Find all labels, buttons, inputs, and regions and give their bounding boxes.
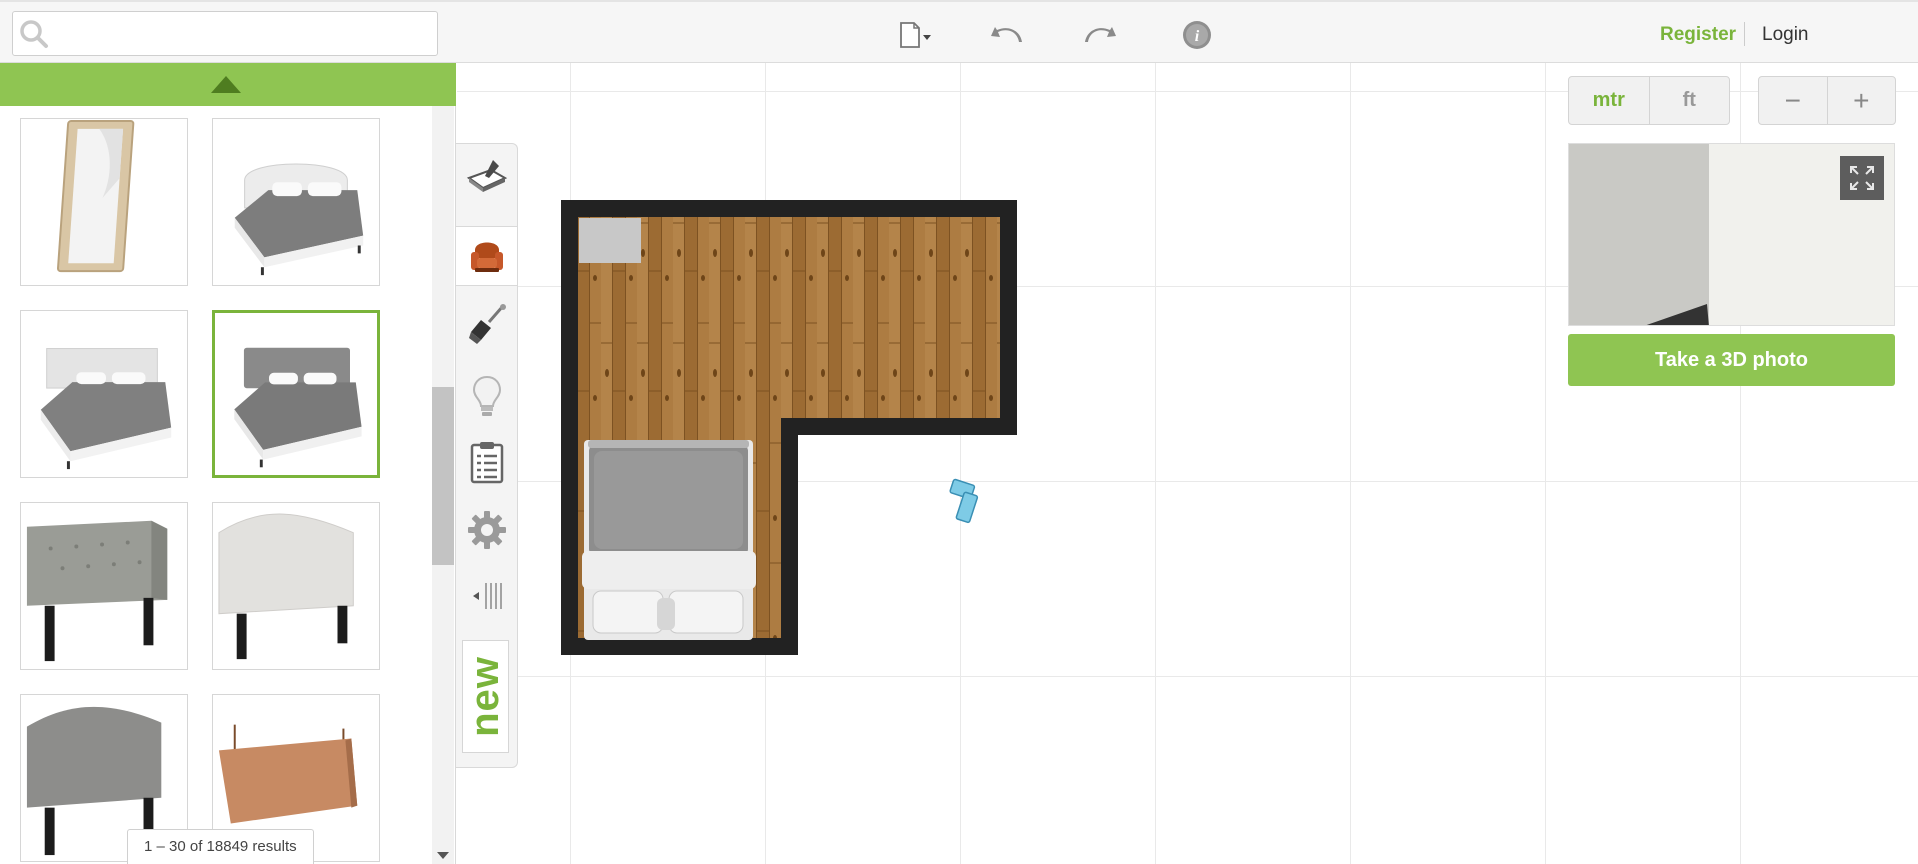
catalog-item-headboard-arched-white[interactable] bbox=[212, 502, 380, 670]
take-3d-photo-button[interactable]: Take a 3D photo bbox=[1568, 334, 1895, 386]
mirror-thumbnail bbox=[56, 119, 135, 273]
search-icon bbox=[20, 20, 48, 48]
furniture-icon bbox=[470, 242, 503, 272]
bed-thumbnail bbox=[234, 347, 362, 468]
project-list-button[interactable] bbox=[456, 432, 517, 492]
catalog-panel bbox=[0, 63, 456, 864]
catalog-grid bbox=[0, 106, 432, 864]
unit-toggle: mtr ft bbox=[1568, 76, 1730, 125]
results-count: 1 – 30 of 18849 results bbox=[127, 829, 314, 864]
collapse-icon bbox=[472, 583, 502, 609]
zoom-in-button[interactable]: + bbox=[1828, 77, 1896, 124]
catalog-item-headboard-tufted[interactable] bbox=[20, 502, 188, 670]
3d-preview[interactable] bbox=[1568, 143, 1895, 326]
top-toolbar: i Register Login bbox=[0, 0, 1918, 63]
clipboard-icon bbox=[470, 442, 503, 484]
bed-thumbnail bbox=[40, 348, 172, 470]
build-tool-button[interactable] bbox=[456, 146, 517, 206]
catalog-collapse-button[interactable] bbox=[0, 63, 456, 106]
expand-preview-button[interactable] bbox=[1840, 156, 1884, 200]
orientation-handle-icon bbox=[949, 478, 979, 524]
info-button[interactable]: i bbox=[1179, 17, 1215, 53]
fullscreen-icon bbox=[1850, 166, 1874, 190]
tool-strip: new bbox=[456, 143, 518, 768]
catalog-item-bed-white[interactable] bbox=[212, 118, 380, 286]
collapse-strip-button[interactable] bbox=[456, 566, 517, 626]
settings-button[interactable] bbox=[456, 500, 517, 560]
headboard-thumbnail bbox=[218, 513, 354, 660]
catalog-item-mirror[interactable] bbox=[20, 118, 188, 286]
scroll-down-icon[interactable] bbox=[437, 852, 449, 859]
register-link[interactable]: Register bbox=[1660, 24, 1736, 46]
zoom-controls: − + bbox=[1758, 76, 1896, 125]
build-tool-icon bbox=[466, 160, 507, 192]
unit-feet-button[interactable]: ft bbox=[1650, 77, 1730, 124]
settings-gear-icon bbox=[467, 511, 506, 549]
login-link[interactable]: Login bbox=[1762, 24, 1809, 46]
new-items-button[interactable]: new bbox=[462, 640, 509, 753]
unit-metric-button[interactable]: mtr bbox=[1569, 77, 1650, 124]
new-file-button[interactable] bbox=[898, 17, 934, 53]
chevron-up-icon bbox=[211, 76, 241, 93]
svg-text:i: i bbox=[1195, 28, 1200, 45]
search-input[interactable] bbox=[57, 18, 427, 50]
search-box[interactable] bbox=[12, 11, 438, 56]
bed-thumbnail bbox=[234, 163, 364, 276]
info-icon: i bbox=[1183, 21, 1211, 49]
catalog-scroll-thumb[interactable] bbox=[432, 387, 454, 565]
paint-brush-icon bbox=[468, 304, 506, 344]
new-label: new bbox=[463, 656, 508, 737]
headboard-thumbnail bbox=[26, 520, 168, 662]
paint-button[interactable] bbox=[456, 296, 517, 356]
zoom-out-button[interactable]: − bbox=[1759, 77, 1828, 124]
lighting-button[interactable] bbox=[456, 366, 517, 426]
redo-icon bbox=[1085, 27, 1116, 42]
undo-icon bbox=[991, 27, 1022, 42]
floor-tile bbox=[579, 218, 641, 263]
undo-button[interactable] bbox=[988, 17, 1024, 53]
redo-button[interactable] bbox=[1083, 17, 1119, 53]
bed-top-view bbox=[582, 440, 756, 640]
auth-divider bbox=[1744, 22, 1745, 46]
catalog-item-bed-panel[interactable] bbox=[20, 310, 188, 478]
lightbulb-icon bbox=[472, 375, 501, 416]
furniture-button[interactable] bbox=[456, 226, 517, 286]
catalog-item-bed-gray[interactable] bbox=[212, 310, 380, 478]
new-file-icon bbox=[900, 22, 931, 48]
